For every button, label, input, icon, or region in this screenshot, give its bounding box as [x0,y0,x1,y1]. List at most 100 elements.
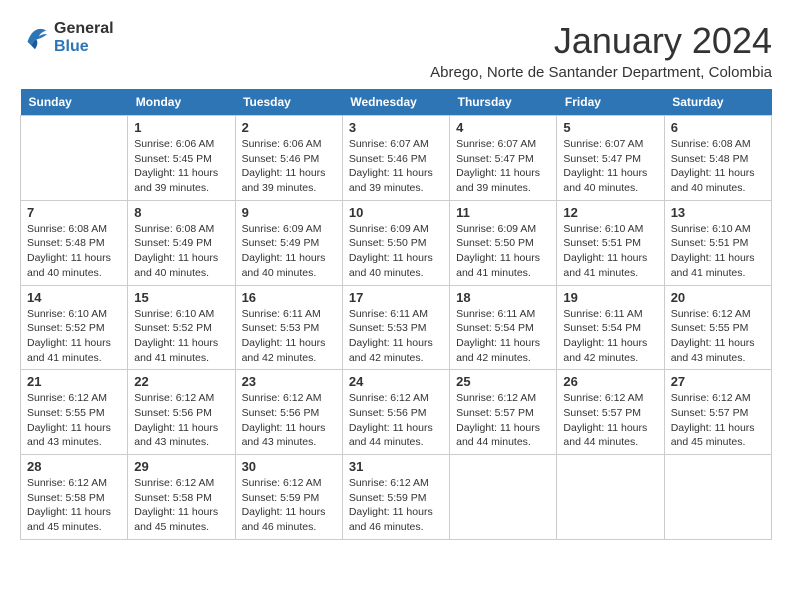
day-info: Sunrise: 6:12 AMSunset: 5:58 PMDaylight:… [134,476,228,535]
header-friday: Friday [557,89,664,116]
day-info: Sunrise: 6:11 AMSunset: 5:53 PMDaylight:… [242,307,336,366]
calendar-body: 1Sunrise: 6:06 AMSunset: 5:45 PMDaylight… [21,116,772,540]
calendar-cell: 10 Sunrise: 6:09 AMSunset: 5:50 PMDayligh… [342,200,449,285]
day-info: Sunrise: 6:08 AMSunset: 5:48 PMDaylight:… [27,222,121,281]
day-info: Sunrise: 6:10 AMSunset: 5:52 PMDaylight:… [134,307,228,366]
calendar-cell: 25 Sunrise: 6:12 AMSunset: 5:57 PMDayligh… [450,370,557,455]
calendar-cell [664,455,771,540]
day-number: 5 [563,120,657,135]
calendar-cell: 13Sunrise: 6:10 AMSunset: 5:51 PMDayligh… [664,200,771,285]
day-info: Sunrise: 6:10 AMSunset: 5:51 PMDaylight:… [563,222,657,281]
calendar-subtitle: Abrego, Norte de Santander Department, C… [430,64,772,81]
day-info: Sunrise: 6:12 AMSunset: 5:56 PMDaylight:… [349,391,443,450]
logo-bird-icon [20,23,50,53]
day-number: 7 [27,205,121,220]
day-info: Sunrise: 6:12 AMSunset: 5:56 PMDaylight:… [242,391,336,450]
day-number: 12 [563,205,657,220]
day-info: Sunrise: 6:08 AMSunset: 5:49 PMDaylight:… [134,222,228,281]
day-number: 18 [456,290,550,305]
calendar-cell: 5 Sunrise: 6:07 AMSunset: 5:47 PMDaylight… [557,116,664,201]
week-row-3: 14 Sunrise: 6:10 AMSunset: 5:52 PMDayligh… [21,285,772,370]
header-wednesday: Wednesday [342,89,449,116]
day-info: Sunrise: 6:12 AMSunset: 5:59 PMDaylight:… [349,476,443,535]
day-number: 20 [671,290,765,305]
day-number: 11 [456,205,550,220]
week-row-4: 21 Sunrise: 6:12 AMSunset: 5:55 PMDayligh… [21,370,772,455]
day-number: 3 [349,120,443,135]
calendar-cell: 24 Sunrise: 6:12 AMSunset: 5:56 PMDayligh… [342,370,449,455]
day-number: 21 [27,374,121,389]
header: General Blue January 2024 Abrego, Norte … [20,20,772,81]
day-number: 17 [349,290,443,305]
day-info: Sunrise: 6:10 AMSunset: 5:52 PMDaylight:… [27,307,121,366]
day-number: 22 [134,374,228,389]
day-number: 15 [134,290,228,305]
day-number: 14 [27,290,121,305]
calendar-cell [557,455,664,540]
day-info: Sunrise: 6:06 AMSunset: 5:45 PMDaylight:… [134,137,228,196]
logo: General Blue [20,20,114,56]
calendar-cell: 8 Sunrise: 6:08 AMSunset: 5:49 PMDaylight… [128,200,235,285]
calendar-cell: 12 Sunrise: 6:10 AMSunset: 5:51 PMDayligh… [557,200,664,285]
day-number: 25 [456,374,550,389]
calendar-cell: 20 Sunrise: 6:12 AMSunset: 5:55 PMDayligh… [664,285,771,370]
day-info: Sunrise: 6:12 AMSunset: 5:59 PMDaylight:… [242,476,336,535]
day-number: 19 [563,290,657,305]
day-number: 2 [242,120,336,135]
calendar-cell: 27Sunrise: 6:12 AMSunset: 5:57 PMDayligh… [664,370,771,455]
calendar-cell: 1Sunrise: 6:06 AMSunset: 5:45 PMDaylight… [128,116,235,201]
day-info: Sunrise: 6:07 AMSunset: 5:47 PMDaylight:… [563,137,657,196]
calendar-cell: 14 Sunrise: 6:10 AMSunset: 5:52 PMDayligh… [21,285,128,370]
day-number: 24 [349,374,443,389]
calendar-cell: 3 Sunrise: 6:07 AMSunset: 5:46 PMDaylight… [342,116,449,201]
week-row-2: 7 Sunrise: 6:08 AMSunset: 5:48 PMDaylight… [21,200,772,285]
day-number: 23 [242,374,336,389]
calendar-cell: 2 Sunrise: 6:06 AMSunset: 5:46 PMDaylight… [235,116,342,201]
day-info: Sunrise: 6:12 AMSunset: 5:57 PMDaylight:… [456,391,550,450]
calendar-table: Sunday Monday Tuesday Wednesday Thursday… [20,89,772,540]
day-info: Sunrise: 6:12 AMSunset: 5:58 PMDaylight:… [27,476,121,535]
day-info: Sunrise: 6:07 AMSunset: 5:47 PMDaylight:… [456,137,550,196]
calendar-cell: 26Sunrise: 6:12 AMSunset: 5:57 PMDayligh… [557,370,664,455]
day-info: Sunrise: 6:07 AMSunset: 5:46 PMDaylight:… [349,137,443,196]
day-info: Sunrise: 6:06 AMSunset: 5:46 PMDaylight:… [242,137,336,196]
day-info: Sunrise: 6:12 AMSunset: 5:55 PMDaylight:… [671,307,765,366]
day-number: 8 [134,205,228,220]
header-saturday: Saturday [664,89,771,116]
calendar-cell: 29 Sunrise: 6:12 AMSunset: 5:58 PMDayligh… [128,455,235,540]
day-info: Sunrise: 6:09 AMSunset: 5:50 PMDaylight:… [349,222,443,281]
weekday-header-row: Sunday Monday Tuesday Wednesday Thursday… [21,89,772,116]
calendar-cell [450,455,557,540]
day-number: 16 [242,290,336,305]
day-info: Sunrise: 6:11 AMSunset: 5:54 PMDaylight:… [563,307,657,366]
calendar-cell: 16 Sunrise: 6:11 AMSunset: 5:53 PMDayligh… [235,285,342,370]
day-number: 29 [134,459,228,474]
day-info: Sunrise: 6:12 AMSunset: 5:55 PMDaylight:… [27,391,121,450]
day-info: Sunrise: 6:08 AMSunset: 5:48 PMDaylight:… [671,137,765,196]
calendar-cell: 4Sunrise: 6:07 AMSunset: 5:47 PMDaylight… [450,116,557,201]
calendar-cell: 6Sunrise: 6:08 AMSunset: 5:48 PMDaylight… [664,116,771,201]
calendar-cell: 23 Sunrise: 6:12 AMSunset: 5:56 PMDayligh… [235,370,342,455]
day-number: 28 [27,459,121,474]
calendar-cell: 22 Sunrise: 6:12 AMSunset: 5:56 PMDayligh… [128,370,235,455]
header-thursday: Thursday [450,89,557,116]
page-container: General Blue January 2024 Abrego, Norte … [20,20,772,540]
calendar-cell: 30Sunrise: 6:12 AMSunset: 5:59 PMDayligh… [235,455,342,540]
calendar-cell: 15 Sunrise: 6:10 AMSunset: 5:52 PMDayligh… [128,285,235,370]
title-section: January 2024 Abrego, Norte de Santander … [430,20,772,81]
day-info: Sunrise: 6:09 AMSunset: 5:49 PMDaylight:… [242,222,336,281]
day-number: 10 [349,205,443,220]
header-sunday: Sunday [21,89,128,116]
header-monday: Monday [128,89,235,116]
calendar-cell: 7 Sunrise: 6:08 AMSunset: 5:48 PMDaylight… [21,200,128,285]
day-info: Sunrise: 6:12 AMSunset: 5:56 PMDaylight:… [134,391,228,450]
calendar-cell: 9Sunrise: 6:09 AMSunset: 5:49 PMDaylight… [235,200,342,285]
day-number: 31 [349,459,443,474]
day-info: Sunrise: 6:11 AMSunset: 5:53 PMDaylight:… [349,307,443,366]
calendar-cell: 28 Sunrise: 6:12 AMSunset: 5:58 PMDayligh… [21,455,128,540]
day-number: 27 [671,374,765,389]
day-info: Sunrise: 6:10 AMSunset: 5:51 PMDaylight:… [671,222,765,281]
logo-text: General Blue [54,20,114,56]
calendar-cell: 18Sunrise: 6:11 AMSunset: 5:54 PMDayligh… [450,285,557,370]
calendar-cell: 21 Sunrise: 6:12 AMSunset: 5:55 PMDayligh… [21,370,128,455]
